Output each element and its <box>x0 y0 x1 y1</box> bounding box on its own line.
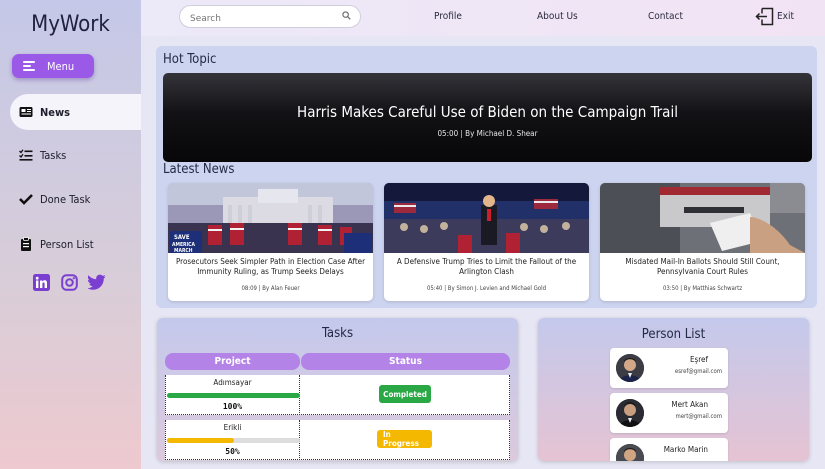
news-card-meta: 05:40 | By Simon J. Levien and Michael G… <box>426 285 547 292</box>
menu-icon <box>23 61 35 71</box>
latest-news-title: Latest News <box>163 162 235 177</box>
linkedin-icon[interactable] <box>32 272 50 292</box>
person-name: Marko Marin <box>663 445 708 454</box>
person-card[interactable]: Marko Marin <box>610 438 728 461</box>
news-card[interactable]: A Defensive Trump Tries to Limit the Fal… <box>384 183 589 301</box>
menu-label: Menu <box>47 59 75 73</box>
project-name: Adımsayar <box>213 378 252 387</box>
news-image-white-house-rally: SAVE AMERICA MARCH <box>168 183 373 253</box>
person-email: mert@gmail.com <box>675 413 722 420</box>
sidebar-item-label: News <box>40 105 71 119</box>
news-image-trump-rally <box>384 183 589 253</box>
status-cell: In Progress <box>301 420 510 460</box>
tasks-title: Tasks <box>321 326 354 341</box>
progress-bar <box>167 438 300 443</box>
progress-percent: 100% <box>222 402 243 411</box>
avatar <box>616 354 644 382</box>
news-panel: Hot Topic Harris Makes Careful Use of Bi… <box>156 46 817 308</box>
search-input[interactable] <box>180 8 330 30</box>
menu-button[interactable]: Menu <box>12 54 94 78</box>
sidebar-item-label: Done Task <box>40 192 91 206</box>
sidebar-item-label: Person List <box>40 237 94 251</box>
sidebar-item-tasks[interactable]: Tasks <box>10 137 141 173</box>
clipboard-icon <box>19 237 33 251</box>
nav-link-profile[interactable]: Profile <box>434 11 462 22</box>
status-badge-in-progress: In Progress <box>377 430 432 448</box>
checkmark-icon <box>19 192 33 206</box>
exit-label: Exit <box>777 11 795 22</box>
progress-bar <box>167 393 300 398</box>
project-cell: Erikli 50% <box>165 420 300 460</box>
hot-topic-headline: Harris Makes Careful Use of Biden on the… <box>297 103 678 121</box>
newspaper-icon <box>19 105 33 119</box>
person-name: Eşref <box>689 355 708 364</box>
nav-link-contact[interactable]: Contact <box>648 11 683 22</box>
avatar <box>616 444 644 461</box>
instagram-icon[interactable] <box>60 272 78 292</box>
news-card-title: Misdated Mail-In Ballots Should Still Co… <box>625 257 780 276</box>
person-name: Mert Akan <box>671 400 708 409</box>
status-badge-completed: Completed <box>379 385 431 403</box>
social-links <box>32 272 106 292</box>
app-logo: MyWork <box>31 12 110 37</box>
hot-topic-meta: 05:00 | By Michael D. Shear <box>437 129 538 138</box>
person-email: esref@gmail.com <box>674 368 722 375</box>
search-icon[interactable] <box>342 11 351 20</box>
twitter-icon[interactable] <box>88 272 106 292</box>
logout-icon <box>755 7 774 26</box>
progress-percent: 50% <box>225 447 240 456</box>
sidebar-item-label: Tasks <box>40 148 67 162</box>
task-list-icon <box>19 148 33 162</box>
column-header-project: Project <box>165 353 300 370</box>
tasks-panel: Tasks Project Status Adımsayar 100% Comp… <box>157 318 518 461</box>
status-cell: Completed <box>301 375 510 415</box>
project-cell: Adımsayar 100% <box>165 375 300 415</box>
person-list-title: Person List <box>641 327 706 342</box>
sidebar-item-done-task[interactable]: Done Task <box>10 181 141 217</box>
table-row[interactable]: Erikli 50% In Progress <box>165 420 510 460</box>
table-row[interactable]: Adımsayar 100% Completed <box>165 375 510 415</box>
news-card-title: A Defensive Trump Tries to Limit the Fal… <box>396 257 577 276</box>
news-card[interactable]: SAVE AMERICA MARCH Prosecutors Seek Simp… <box>168 183 373 301</box>
search-box <box>179 5 361 30</box>
sidebar-item-person-list[interactable]: Person List <box>10 226 141 262</box>
sidebar: MyWork Menu News Tasks Done Task Person … <box>0 0 141 469</box>
news-card-title: Prosecutors Seek Simpler Path in Electio… <box>175 257 366 276</box>
svg-text:SAVE: SAVE <box>174 234 190 241</box>
person-card[interactable]: Eşref esref@gmail.com <box>610 348 728 388</box>
column-header-status: Status <box>301 353 510 370</box>
news-image-mail-ballots <box>600 183 805 253</box>
news-card-meta: 08:09 | By Alan Feuer <box>241 285 300 292</box>
person-list-panel: Person List Eşref esref@gmail.com Mert A… <box>538 318 809 461</box>
person-card[interactable]: Mert Akan mert@gmail.com <box>610 393 728 433</box>
exit-button[interactable]: Exit <box>755 7 794 26</box>
news-card-meta: 03:50 | By Matthias Schwartz <box>662 285 743 292</box>
news-card[interactable]: Misdated Mail-In Ballots Should Still Co… <box>600 183 805 301</box>
avatar <box>616 399 644 427</box>
project-name: Erikli <box>223 423 242 432</box>
hot-topic-title: Hot Topic <box>163 52 217 67</box>
svg-text:MARCH: MARCH <box>174 248 193 253</box>
hot-topic-banner[interactable]: Harris Makes Careful Use of Biden on the… <box>163 73 812 162</box>
top-header: Profile About Us Contact Exit <box>141 0 825 36</box>
nav-link-about-us[interactable]: About Us <box>537 11 578 22</box>
sidebar-item-news[interactable]: News <box>10 94 141 130</box>
